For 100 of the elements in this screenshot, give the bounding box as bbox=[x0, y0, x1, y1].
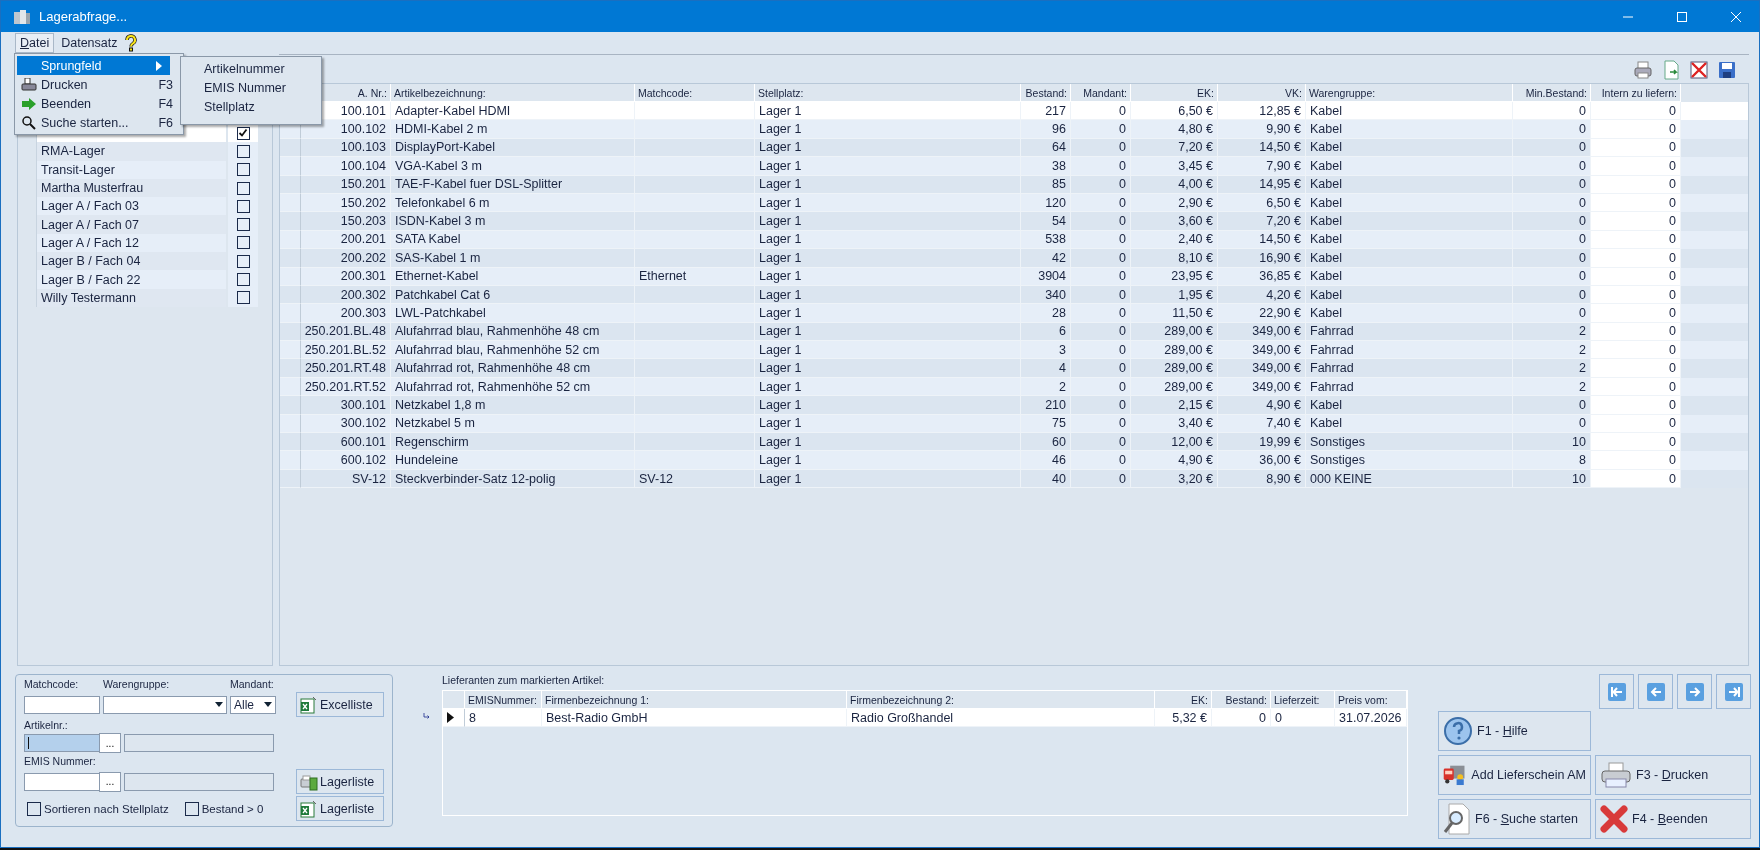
table-cell: 4,90 € bbox=[1131, 451, 1218, 470]
table-cell: 36,85 € bbox=[1218, 267, 1306, 286]
table-cell: SAS-Kabel 1 m bbox=[391, 249, 635, 268]
table-cell: LWL-Patchkabel bbox=[391, 304, 635, 323]
table-cell: Lager 1 bbox=[755, 451, 1021, 470]
table-cell: Lager 1 bbox=[755, 359, 1021, 378]
table-cell: 300.101 bbox=[301, 396, 391, 415]
table-cell: 0 bbox=[1591, 212, 1681, 231]
table-cell: Kabel bbox=[1306, 175, 1513, 194]
table-cell: 200.202 bbox=[301, 249, 391, 268]
table-cell: 31.07.2026 bbox=[1335, 709, 1407, 727]
table-cell: 200.301 bbox=[301, 267, 391, 286]
table-cell: TAE-F-Kabel fuer DSL-Splitter bbox=[391, 175, 635, 194]
table-cell: 9,90 € bbox=[1218, 120, 1306, 139]
table-cell: 42 bbox=[1021, 249, 1071, 268]
table-cell: 4,90 € bbox=[1218, 396, 1306, 415]
window-title: Lagerabfrage... bbox=[39, 9, 128, 24]
table-cell: Lager 1 bbox=[755, 212, 1021, 231]
field-label: Warengruppe: bbox=[103, 678, 171, 690]
table-cell: 150.203 bbox=[301, 212, 391, 231]
table-cell: Kabel bbox=[1306, 157, 1513, 176]
table-cell: 3,60 € bbox=[1131, 212, 1218, 231]
table-cell: 0 bbox=[1591, 359, 1681, 378]
table-cell: 0 bbox=[1071, 451, 1131, 470]
table-cell: 0 bbox=[1071, 212, 1131, 231]
table-cell: 4,00 € bbox=[1131, 175, 1218, 194]
table-cell: Kabel bbox=[1306, 304, 1513, 323]
table-cell: 200.303 bbox=[301, 304, 391, 323]
table-cell: 3904 bbox=[1021, 267, 1071, 286]
table-cell: 22,90 € bbox=[1218, 304, 1306, 323]
table-cell: 2,15 € bbox=[1131, 396, 1218, 415]
table-cell: 0 bbox=[1591, 120, 1681, 139]
table-cell: 8,10 € bbox=[1131, 249, 1218, 268]
table-cell: Fahrrad bbox=[1306, 359, 1513, 378]
table-cell: 0 bbox=[1071, 304, 1131, 323]
table-cell: Kabel bbox=[1306, 249, 1513, 268]
table-cell: 3,45 € bbox=[1131, 157, 1218, 176]
table-cell: 0 bbox=[1591, 157, 1681, 176]
table-cell: 40 bbox=[1021, 469, 1071, 489]
table-cell: Lager 1 bbox=[755, 396, 1021, 415]
table-cell: 11,50 € bbox=[1131, 304, 1218, 323]
table-cell: 36,00 € bbox=[1218, 451, 1306, 470]
table-cell: 0 bbox=[1071, 267, 1131, 286]
table-cell: 0 bbox=[1071, 120, 1131, 139]
table-cell: 000 KEINE bbox=[1306, 469, 1513, 489]
table-cell: Ethernet bbox=[635, 267, 755, 286]
table-cell: 4 bbox=[1021, 359, 1071, 378]
table-cell: 0 bbox=[1591, 451, 1681, 470]
section-title: Lieferanten zum markierten Artikel: bbox=[442, 674, 606, 686]
field-label: EMIS Nummer: bbox=[24, 755, 97, 767]
field-label: Artikelnr.: bbox=[24, 719, 69, 731]
table-cell: Lager 1 bbox=[755, 304, 1021, 323]
table-cell: ISDN-Kabel 3 m bbox=[391, 212, 635, 231]
table-cell: 210 bbox=[1021, 396, 1071, 415]
table-cell: 3,20 € bbox=[1131, 469, 1218, 489]
table-cell: Lager 1 bbox=[755, 157, 1021, 176]
table-cell: SV-12 bbox=[635, 469, 755, 489]
table-cell: Netzkabel 1,8 m bbox=[391, 396, 635, 415]
table-cell: 0 bbox=[1591, 304, 1681, 323]
table-cell: 23,95 € bbox=[1131, 267, 1218, 286]
table-cell: 0 bbox=[1071, 249, 1131, 268]
table-cell: 38 bbox=[1021, 157, 1071, 176]
table-cell: 150.201 bbox=[301, 175, 391, 194]
table-cell: 54 bbox=[1021, 212, 1071, 231]
table-cell: Hundeleine bbox=[391, 451, 635, 470]
table-cell: Radio Großhandel bbox=[847, 709, 1155, 727]
table-cell: 28 bbox=[1021, 304, 1071, 323]
table-cell: 46 bbox=[1021, 451, 1071, 470]
table-cell: 7,20 € bbox=[1218, 212, 1306, 231]
table-cell: Steckverbinder-Satz 12-polig bbox=[391, 469, 635, 489]
table-cell: VGA-Kabel 3 m bbox=[391, 157, 635, 176]
table-cell: 8 bbox=[465, 709, 542, 727]
table-cell: Kabel bbox=[1306, 396, 1513, 415]
table-cell: 0 bbox=[1591, 249, 1681, 268]
table-cell: 349,00 € bbox=[1218, 359, 1306, 378]
table-cell: Lager 1 bbox=[755, 469, 1021, 489]
table-cell: 96 bbox=[1021, 120, 1071, 139]
location-name: Lager B / Fach 22 bbox=[37, 270, 226, 289]
table-cell: Best-Radio GmbH bbox=[542, 709, 847, 727]
table-cell: 0 bbox=[1591, 102, 1681, 121]
table-cell: 0 bbox=[1071, 359, 1131, 378]
location-name: Lager A / Fach 03 bbox=[37, 197, 226, 216]
table-cell: 600.102 bbox=[301, 451, 391, 470]
table-cell: 0 bbox=[1271, 709, 1335, 727]
table-cell: 250.201.RT.48 bbox=[301, 359, 391, 378]
table-cell: SV-12 bbox=[301, 469, 391, 489]
table-cell: Alufahrrad rot, Rahmenhöhe 48 cm bbox=[391, 359, 635, 378]
table-cell: Kabel bbox=[1306, 212, 1513, 231]
table-cell: 16,90 € bbox=[1218, 249, 1306, 268]
table-cell: 85 bbox=[1021, 175, 1071, 194]
field-label: Matchcode: bbox=[24, 678, 80, 690]
table-cell: Lager 1 bbox=[755, 267, 1021, 286]
table-cell: Sonstiges bbox=[1306, 451, 1513, 470]
table-cell: 0 bbox=[1212, 709, 1271, 727]
table-cell: 14,95 € bbox=[1218, 175, 1306, 194]
table-cell: Lager 1 bbox=[755, 120, 1021, 139]
table-cell: 8,90 € bbox=[1218, 469, 1306, 489]
table-cell: Kabel bbox=[1306, 120, 1513, 139]
table-cell: 4,80 € bbox=[1131, 120, 1218, 139]
table-cell: 0 bbox=[1071, 157, 1131, 176]
